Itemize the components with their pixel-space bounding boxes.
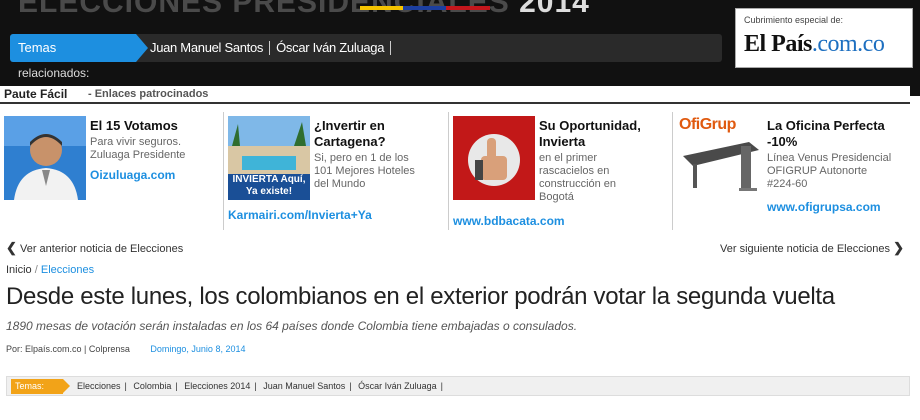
tags-bar: Temas: Elecciones | Colombia | Elecciones … xyxy=(6,376,910,396)
page-title: Desde este lunes, los colombianos en el … xyxy=(6,283,835,310)
ad-title[interactable]: La Oficina Perfecta -10% xyxy=(767,118,887,150)
ad-item[interactable]: INVIERTA Aquí, Ya existe! ¿Invertir en C… xyxy=(223,112,447,230)
ad-item[interactable]: OfiGrup La Oficina Perfecta -10% Línea V… xyxy=(672,112,910,230)
next-article-link[interactable]: Ver siguiente noticia de Elecciones ❯ xyxy=(720,240,904,256)
ad-link[interactable]: www.ofigrupsa.com xyxy=(767,200,881,214)
banner-title: ELECCIONES PRESIDENCIALES 2014 xyxy=(18,0,590,19)
candidate-photo[interactable] xyxy=(4,116,86,200)
chevron-left-icon: ❮ xyxy=(6,240,17,255)
breadcrumb-current[interactable]: Elecciones xyxy=(41,264,94,276)
tags-list: Elecciones | Colombia | Elecciones 2014 | J… xyxy=(73,381,443,391)
ad-link[interactable]: www.bdbacata.com xyxy=(453,214,565,228)
byline: Por: Elpaís.com.co | Colprensa Domingo, … xyxy=(6,344,245,354)
related-label: relacionados: xyxy=(18,66,90,80)
tags-label: Temas: xyxy=(11,379,70,394)
ad-title[interactable]: El 15 Votamos xyxy=(90,118,178,134)
sponsored-subtitle: - Enlaces patrocinados xyxy=(88,88,209,100)
topics-tab[interactable]: Temas xyxy=(10,34,148,62)
topic-link-santos[interactable]: Juan Manuel Santos xyxy=(150,41,271,55)
thumbs-up-photo[interactable] xyxy=(453,116,535,200)
topics-links: Juan Manuel Santos Óscar Iván Zuluaga xyxy=(150,34,392,62)
ad-title[interactable]: Su Oportunidad, Invierta xyxy=(539,118,664,150)
elpais-logo: El País.com.co xyxy=(744,31,885,57)
desk-image xyxy=(683,142,759,191)
ad-description: Si, pero en 1 de los 101 Mejores Hoteles… xyxy=(314,152,415,190)
hotel-photo[interactable]: INVIERTA Aquí, Ya existe! xyxy=(228,116,310,200)
flag-stripe xyxy=(360,6,490,10)
hotel-image-caption: INVIERTA Aquí, Ya existe! xyxy=(232,174,306,197)
tag-link[interactable]: Óscar Iván Zuluaga xyxy=(354,381,441,391)
sponsored-title: Paute Fácil xyxy=(4,87,68,101)
sponsored-links-header: Paute Fácil - Enlaces patrocinados xyxy=(0,86,910,104)
ad-description: en el primer rascacielos en construcción… xyxy=(539,152,617,203)
breadcrumb-separator: / xyxy=(34,264,38,276)
share-buttons-strip xyxy=(0,414,920,420)
article-date: Domingo, Junio 8, 2014 xyxy=(150,344,246,354)
ad-link[interactable]: Karmairi.com/Invierta+Ya xyxy=(228,208,372,222)
special-coverage-header: ELECCIONES PRESIDENCIALES 2014 Temas Jua… xyxy=(0,0,920,96)
sponsor-label: Cubrimiento especial de: xyxy=(744,15,844,25)
article-navigation: ❮ Ver anterior noticia de Elecciones Ver… xyxy=(0,240,910,256)
desk-photo[interactable]: OfiGrup xyxy=(679,116,763,200)
chevron-right-icon: ❯ xyxy=(893,240,904,255)
ad-link[interactable]: Oizuluaga.com xyxy=(90,168,175,182)
breadcrumb: Inicio / Elecciones xyxy=(6,264,94,276)
article-subtitle: 1890 mesas de votación serán instaladas … xyxy=(6,319,578,333)
ad-description: Para vivir seguros. Zuluaga Presidente xyxy=(90,136,186,161)
previous-article-link[interactable]: ❮ Ver anterior noticia de Elecciones xyxy=(6,240,183,256)
topic-link-zuluaga[interactable]: Óscar Iván Zuluaga xyxy=(270,41,392,55)
sponsored-ads: El 15 Votamos Para vivir seguros. Zuluag… xyxy=(0,112,910,232)
tag-link[interactable]: Colombia xyxy=(129,381,175,391)
ad-description: Línea Venus Presidencial OFIGRUP Autonor… xyxy=(767,152,892,190)
tag-link[interactable]: Elecciones xyxy=(73,381,125,391)
breadcrumb-home[interactable]: Inicio xyxy=(6,264,32,276)
tag-link[interactable]: Elecciones 2014 xyxy=(180,381,254,391)
ad-item[interactable]: El 15 Votamos Para vivir seguros. Zuluag… xyxy=(0,112,222,230)
tag-link[interactable]: Juan Manuel Santos xyxy=(259,381,349,391)
ad-item[interactable]: Su Oportunidad, Invierta en el primer ra… xyxy=(448,112,671,230)
ad-title[interactable]: ¿Invertir en Cartagena? xyxy=(314,118,424,150)
byline-author: Por: Elpaís.com.co | Colprensa xyxy=(6,344,130,354)
sponsor-box[interactable]: Cubrimiento especial de: El País.com.co xyxy=(735,8,913,68)
